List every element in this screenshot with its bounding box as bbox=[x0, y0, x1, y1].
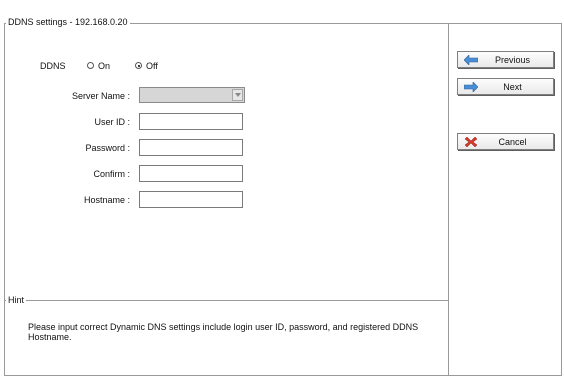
hint-text: Please input correct Dynamic DNS setting… bbox=[28, 322, 419, 342]
confirm-input[interactable] bbox=[139, 165, 243, 182]
next-label: Next bbox=[503, 82, 522, 92]
previous-label: Previous bbox=[494, 55, 530, 65]
previous-button[interactable]: Previous bbox=[457, 51, 554, 68]
password-input[interactable] bbox=[139, 139, 243, 156]
cancel-label: Cancel bbox=[498, 137, 527, 147]
user-id-label: User ID : bbox=[94, 117, 130, 127]
button-column-divider bbox=[448, 23, 449, 376]
hostname-label: Hostname : bbox=[83, 195, 130, 205]
password-label: Password : bbox=[85, 143, 130, 153]
next-button[interactable]: Next bbox=[457, 78, 554, 95]
server-name-select[interactable] bbox=[139, 87, 245, 103]
hostname-input[interactable] bbox=[139, 191, 243, 208]
hint-divider bbox=[4, 300, 449, 301]
ddns-off-label[interactable]: Off bbox=[146, 61, 158, 71]
server-name-label: Server Name : bbox=[71, 91, 130, 101]
settings-legend: DDNS settings - 192.168.0.20 bbox=[6, 17, 130, 27]
chevron-down-icon[interactable] bbox=[232, 89, 243, 101]
cancel-button[interactable]: Cancel bbox=[457, 133, 554, 150]
user-id-input[interactable] bbox=[139, 113, 243, 130]
ddns-on-label[interactable]: On bbox=[98, 61, 110, 71]
hint-legend: Hint bbox=[6, 295, 27, 305]
ddns-off-radio[interactable] bbox=[135, 62, 142, 69]
confirm-label: Confirm : bbox=[93, 169, 130, 179]
ddns-label: DDNS bbox=[40, 61, 66, 71]
ddns-on-radio[interactable] bbox=[87, 62, 94, 69]
